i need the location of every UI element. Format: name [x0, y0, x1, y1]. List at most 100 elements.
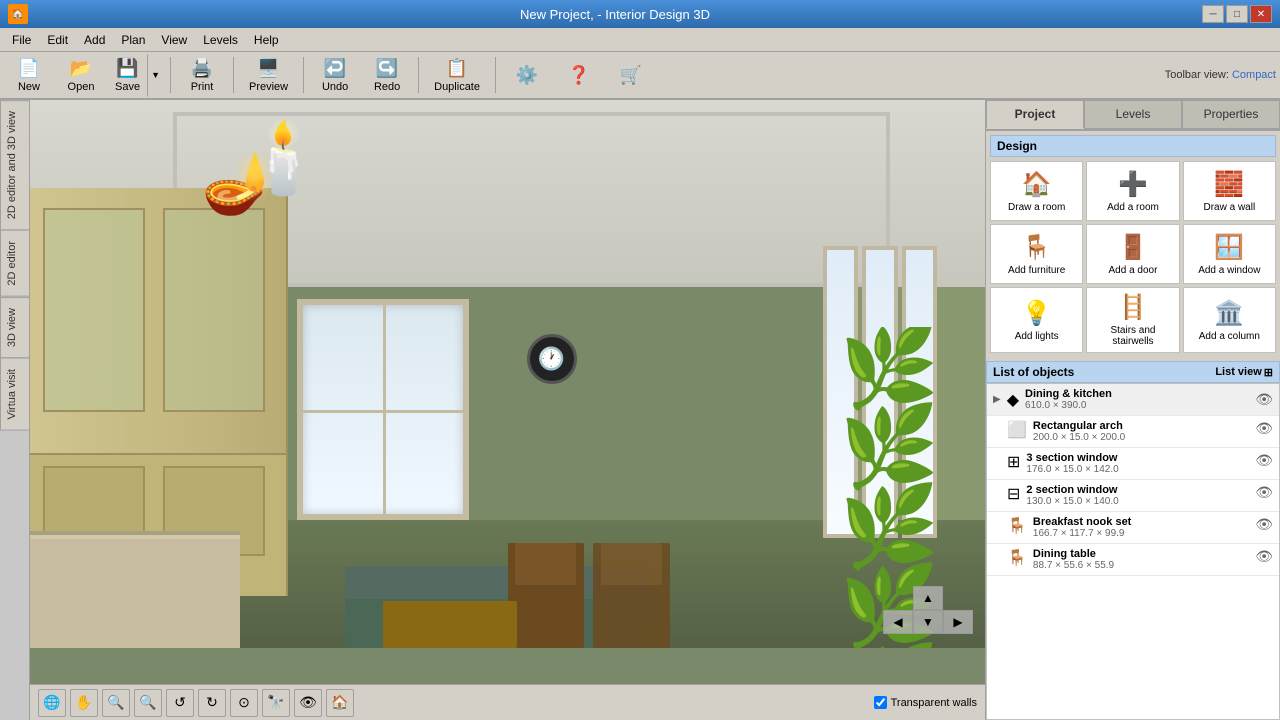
camera-button[interactable]: 👁: [294, 689, 322, 717]
dining-table-text: Dining table 88.7 × 55.6 × 55.9: [1033, 548, 1249, 571]
viewport: 🕯️ 🪔: [30, 100, 985, 720]
list-view-icon: ⊞: [1264, 366, 1273, 379]
menu-item-plan[interactable]: Plan: [113, 31, 153, 49]
maximize-button[interactable]: □: [1226, 5, 1248, 23]
2window-visibility-button[interactable]: 👁: [1255, 484, 1273, 501]
help-icon: ❓: [568, 65, 590, 86]
compact-link[interactable]: Compact: [1232, 69, 1276, 81]
new-button[interactable]: 📄 New: [4, 54, 54, 97]
object-item-breakfast-nook[interactable]: 🪑 Breakfast nook set 166.7 × 117.7 × 99.…: [987, 512, 1279, 544]
add-column-button[interactable]: 🏛️ Add a column: [1183, 287, 1276, 353]
add-column-icon: 🏛️: [1214, 299, 1244, 328]
toolbar: 📄 New 📂 Open 💾 Save ▼ 🖨️ Print 🖥️ Previe…: [0, 52, 1280, 100]
nav-left-button[interactable]: ◀: [883, 610, 913, 634]
object-item-2-section-window[interactable]: ⊟ 2 section window 130.0 × 15.0 × 140.0 …: [987, 480, 1279, 512]
add-furniture-button[interactable]: 🪑 Add furniture: [990, 224, 1083, 284]
dining-table-visibility-button[interactable]: 👁: [1255, 548, 1273, 565]
breakfast-nook-visibility-button[interactable]: 👁: [1255, 516, 1273, 533]
menu-item-help[interactable]: Help: [246, 31, 287, 49]
toolbar-divider-4: [418, 57, 419, 93]
breakfast-nook-text: Breakfast nook set 166.7 × 117.7 × 99.9: [1033, 516, 1249, 539]
orbit-button[interactable]: ⊙: [230, 689, 258, 717]
group-icon: ◆: [1007, 390, 1019, 410]
app-icon: 🏠: [8, 4, 28, 24]
scene-kitchen-counter: [30, 531, 240, 648]
draw-wall-button[interactable]: 🧱 Draw a wall: [1183, 161, 1276, 221]
open-button[interactable]: 📂 Open: [56, 54, 106, 97]
menu-item-file[interactable]: File: [4, 31, 39, 49]
nav-down-button[interactable]: ▼: [913, 610, 943, 634]
undo-button[interactable]: ↩️ Undo: [310, 54, 360, 97]
left-tabs: 2D editor and 3D view 2D editor 3D view …: [0, 100, 30, 720]
draw-room-icon: 🏠: [1022, 170, 1052, 199]
add-furniture-icon: 🪑: [1022, 233, 1052, 262]
window-title: New Project, - Interior Design 3D: [28, 7, 1202, 22]
add-lights-button[interactable]: 💡 Add lights: [990, 287, 1083, 353]
design-header: Design: [990, 135, 1276, 157]
group-visibility-button[interactable]: 👁: [1255, 391, 1273, 408]
duplicate-button[interactable]: 📋 Duplicate: [425, 54, 489, 97]
open-icon: 📂: [70, 58, 92, 79]
menu-item-view[interactable]: View: [153, 31, 195, 49]
scene-canvas[interactable]: 🕯️ 🪔: [30, 100, 985, 684]
new-icon: 📄: [18, 58, 40, 79]
settings-button[interactable]: ⚙️: [502, 61, 552, 90]
redo-icon: ↪️: [376, 58, 398, 79]
scene-window: [297, 299, 469, 521]
view-360-button[interactable]: 🌐: [38, 689, 66, 717]
zoom-out-button[interactable]: 🔍: [102, 689, 130, 717]
nav-right-button[interactable]: ▶: [943, 610, 973, 634]
rotate-cw-button[interactable]: ↻: [198, 689, 226, 717]
add-window-button[interactable]: 🪟 Add a window: [1183, 224, 1276, 284]
main-area: 2D editor and 3D view 2D editor 3D view …: [0, 100, 1280, 720]
menu-item-edit[interactable]: Edit: [39, 31, 76, 49]
save-icon: 💾: [116, 58, 138, 79]
menu-item-add[interactable]: Add: [76, 31, 113, 49]
toolbar-divider-1: [170, 57, 171, 93]
save-group: 💾 Save ▼: [108, 54, 164, 97]
help-button[interactable]: ❓: [554, 61, 604, 90]
tab-properties[interactable]: Properties: [1182, 100, 1280, 129]
account-icon: 🛒: [620, 65, 642, 86]
zoom-in-button[interactable]: 🔍: [134, 689, 162, 717]
save-button[interactable]: 💾 Save: [108, 54, 147, 97]
transparent-walls-checkbox[interactable]: [874, 696, 887, 709]
tab-levels[interactable]: Levels: [1084, 100, 1182, 129]
tab-3d-view[interactable]: 3D view: [0, 297, 29, 358]
rotate-ccw-button[interactable]: ↺: [166, 689, 194, 717]
stairs-stairwells-button[interactable]: 🪜 Stairs and stairwells: [1086, 287, 1179, 353]
list-view-button[interactable]: List view ⊞: [1215, 366, 1273, 379]
pan-button[interactable]: ✋: [70, 689, 98, 717]
tab-2d-3d-view[interactable]: 2D editor and 3D view: [0, 100, 29, 230]
duplicate-icon: 📋: [446, 58, 468, 79]
tab-2d-editor[interactable]: 2D editor: [0, 230, 29, 297]
draw-room-button[interactable]: 🏠 Draw a room: [990, 161, 1083, 221]
object-item-3-section-window[interactable]: ⊞ 3 section window 176.0 × 15.0 × 142.0 …: [987, 448, 1279, 480]
object-item-rectangular-arch[interactable]: ⬜ Rectangular arch 200.0 × 15.0 × 200.0 …: [987, 416, 1279, 448]
preview-button[interactable]: 🖥️ Preview: [240, 54, 297, 97]
print-button[interactable]: 🖨️ Print: [177, 54, 227, 97]
object-group-dining-kitchen[interactable]: ▶ ◆ Dining & kitchen 610.0 × 390.0 👁: [987, 384, 1279, 416]
home-button[interactable]: 🏠: [326, 689, 354, 717]
3window-visibility-button[interactable]: 👁: [1255, 452, 1273, 469]
tab-project[interactable]: Project: [986, 100, 1084, 129]
save-dropdown-button[interactable]: ▼: [147, 54, 164, 97]
account-button[interactable]: 🛒: [606, 61, 656, 90]
nav-up-button[interactable]: ▲: [913, 586, 943, 610]
tab-virtual-visit[interactable]: Virtua visit: [0, 358, 29, 431]
toolbar-divider-5: [495, 57, 496, 93]
minimize-button[interactable]: ─: [1202, 5, 1224, 23]
design-grid: 🏠 Draw a room ➕ Add a room 🧱 Draw a wall…: [990, 161, 1276, 353]
scene-clock: 🕐: [527, 334, 577, 384]
add-door-button[interactable]: 🚪 Add a door: [1086, 224, 1179, 284]
arch-visibility-button[interactable]: 👁: [1255, 420, 1273, 437]
group-text: Dining & kitchen 610.0 × 390.0: [1025, 388, 1249, 411]
look-button[interactable]: 🔭: [262, 689, 290, 717]
object-item-dining-table[interactable]: 🪑 Dining table 88.7 × 55.6 × 55.9 👁: [987, 544, 1279, 576]
redo-button[interactable]: ↪️ Redo: [362, 54, 412, 97]
objects-list: ▶ ◆ Dining & kitchen 610.0 × 390.0 👁 ⬜ R…: [986, 383, 1280, 720]
draw-wall-icon: 🧱: [1214, 170, 1244, 199]
add-room-button[interactable]: ➕ Add a room: [1086, 161, 1179, 221]
close-button[interactable]: ✕: [1250, 5, 1272, 23]
menu-item-levels[interactable]: Levels: [195, 31, 246, 49]
